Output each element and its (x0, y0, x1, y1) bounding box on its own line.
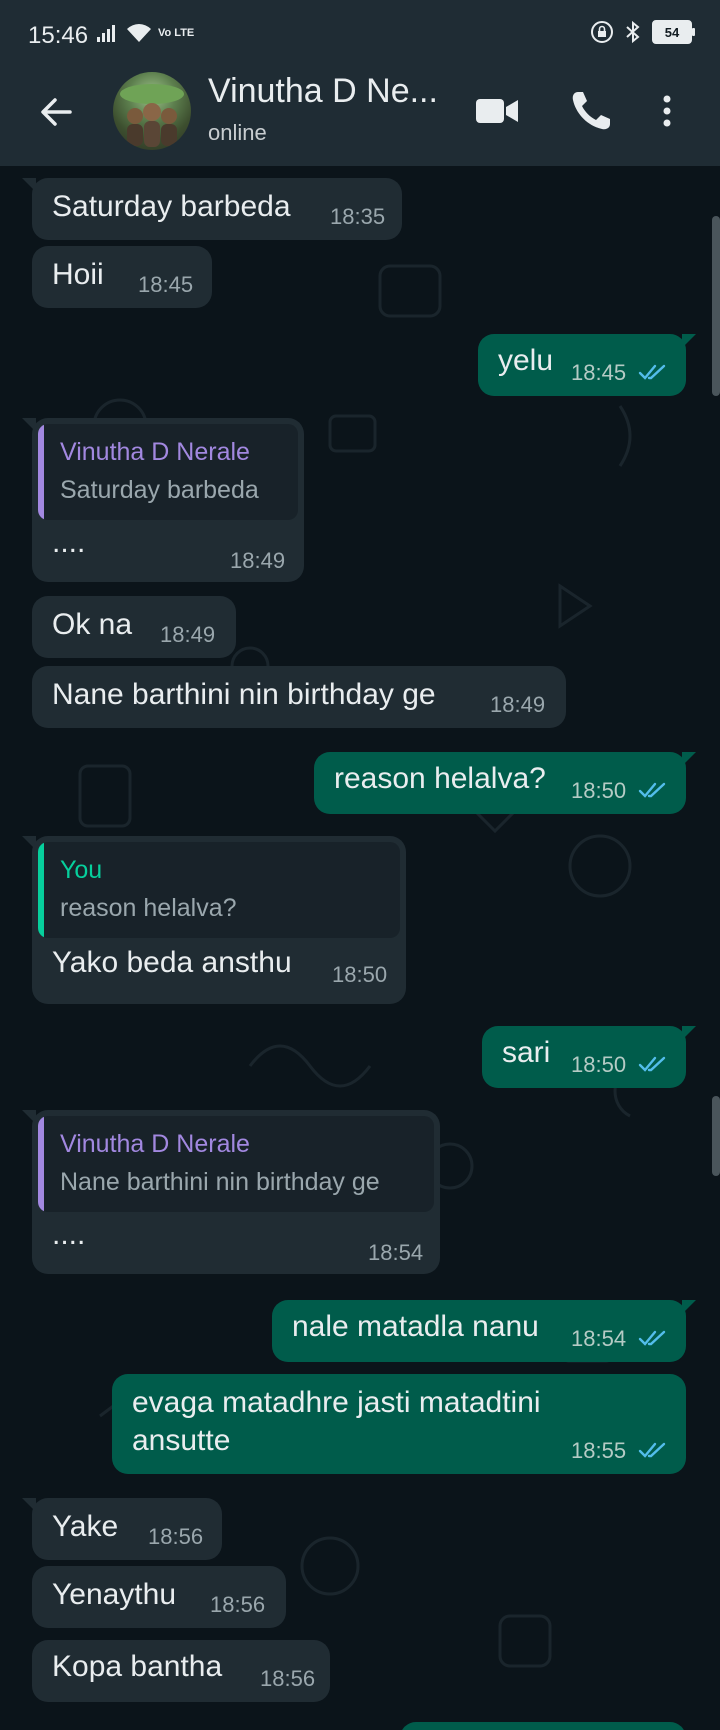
double-tick-icon (638, 1442, 666, 1458)
message-text: Yenaythu (52, 1578, 177, 1611)
message-time: 18:56 (210, 1592, 266, 1617)
message-text: Ok na (52, 608, 133, 641)
message-text: .... (52, 1218, 86, 1251)
message-incoming[interactable]: Hoii 18:45 (32, 246, 212, 308)
quote-bar (38, 424, 44, 520)
message-outgoing[interactable]: sari 18:50 (482, 1026, 696, 1088)
quoted-message[interactable]: Vinutha D Nerale Saturday barbeda (38, 424, 298, 520)
message-outgoing[interactable]: evaga matadhre jasti matadtini ansutte 1… (112, 1374, 686, 1474)
quote-text: Nane barthini nin birthday ge (60, 1168, 380, 1196)
double-tick-icon (638, 782, 666, 798)
message-incoming[interactable]: Nane barthini nin birthday ge 18:49 (32, 666, 566, 728)
message-incoming[interactable]: Saturday barbeda 18:35 (22, 178, 402, 240)
lock-icon (591, 21, 613, 43)
message-time: 18:56 (260, 1666, 316, 1691)
message-text: Hoii (52, 258, 104, 291)
message-text: sari (502, 1036, 551, 1069)
signal-icon (97, 25, 115, 42)
message-incoming[interactable]: Yake 18:56 (22, 1498, 222, 1560)
message-time: 18:49 (230, 548, 286, 573)
message-text: Nane barthini nin birthday ge (52, 678, 436, 711)
message-text: yelu (498, 344, 554, 377)
quote-text: Saturday barbeda (60, 476, 259, 504)
message-incoming[interactable]: Ok na 18:49 (32, 596, 236, 658)
quoted-message[interactable]: Vinutha D Nerale Nane barthini nin birth… (38, 1116, 434, 1212)
message-text: .... (52, 526, 86, 559)
video-call-icon[interactable] (472, 86, 522, 136)
avatar[interactable] (113, 72, 191, 150)
message-incoming-reply[interactable]: You reason helalva? Yako beda ansthu 18:… (22, 836, 406, 1004)
message-time: 18:50 (332, 962, 388, 987)
quote-author: Vinutha D Nerale (60, 1130, 250, 1158)
message-text: nale matadla nanu (292, 1310, 539, 1343)
message-text: Yake (52, 1510, 119, 1543)
chat-header: Vinutha D Ne... online (0, 66, 720, 166)
message-time: 18:49 (490, 692, 546, 717)
message-time: 18:45 (571, 360, 627, 385)
message-time: 18:50 (571, 1052, 627, 1077)
more-options-icon[interactable] (652, 86, 682, 136)
message-time: 18:54 (571, 1326, 627, 1351)
message-text: Saturday barbeda (52, 190, 291, 223)
message-incoming-reply[interactable]: Vinutha D Nerale Saturday barbeda .... 1… (22, 418, 304, 582)
message-outgoing[interactable]: yelu 18:45 (478, 334, 696, 396)
message-outgoing[interactable]: reason helalva? 18:50 (314, 752, 696, 814)
message-incoming-reply[interactable]: Vinutha D Nerale Nane barthini nin birth… (22, 1110, 440, 1274)
bluetooth-icon (626, 20, 640, 44)
double-tick-icon (638, 1056, 666, 1072)
message-text: Kopa bantha (52, 1650, 223, 1683)
scrollbar-thumb[interactable] (712, 216, 720, 396)
wifi-icon (127, 24, 151, 42)
chat-area[interactable]: Saturday barbeda 18:35 Hoii 18:45 yelu 1… (0, 166, 720, 1730)
message-text-line-1: evaga matadhre jasti matadtini (132, 1386, 541, 1419)
contact-name[interactable]: Vinutha D Ne... (208, 72, 438, 111)
message-time: 18:55 (571, 1438, 627, 1463)
message-outgoing-partial[interactable] (400, 1722, 686, 1730)
battery-icon: 54 (652, 20, 695, 44)
quoted-message[interactable]: You reason helalva? (38, 842, 400, 938)
status-time: 15:46 (28, 22, 89, 49)
voice-call-icon[interactable] (566, 86, 616, 136)
quote-author: You (60, 856, 103, 884)
double-tick-icon (638, 364, 666, 380)
avatar-image (120, 84, 184, 147)
message-text-line-2: ansutte (132, 1424, 231, 1457)
message-time: 18:35 (330, 204, 386, 229)
quote-bar (38, 1116, 44, 1212)
message-text: reason helalva? (334, 762, 546, 795)
scrollbar-handle[interactable] (712, 1096, 720, 1176)
message-time: 18:56 (148, 1524, 204, 1549)
message-time: 18:54 (368, 1240, 424, 1265)
message-outgoing[interactable]: nale matadla nanu 18:54 (272, 1300, 696, 1362)
message-time: 18:50 (571, 778, 627, 803)
volte-icon: Vo LTE (158, 27, 195, 39)
message-text: Yako beda ansthu (52, 946, 292, 979)
quote-bar (38, 842, 44, 938)
back-arrow-icon[interactable] (36, 92, 76, 132)
quote-author: Vinutha D Nerale (60, 438, 250, 466)
battery-level: 54 (664, 24, 680, 40)
message-incoming[interactable]: Yenaythu 18:56 (32, 1566, 286, 1628)
contact-status: online (208, 120, 267, 145)
status-bar: 15:46 Vo LTE 54 (0, 0, 720, 66)
message-incoming[interactable]: Kopa bantha 18:56 (32, 1640, 330, 1702)
message-time: 18:49 (160, 622, 216, 647)
quote-text: reason helalva? (60, 894, 237, 922)
double-tick-icon (638, 1330, 666, 1346)
message-time: 18:45 (138, 272, 194, 297)
